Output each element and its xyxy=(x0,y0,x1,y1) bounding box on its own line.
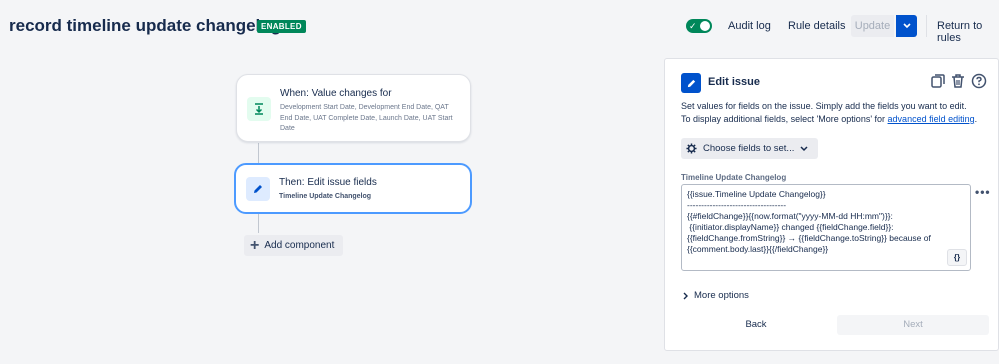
back-button[interactable]: Back xyxy=(681,315,831,335)
page-title: record timeline update changelog xyxy=(9,16,282,35)
rule-enabled-toggle[interactable]: ✓ xyxy=(686,19,712,33)
changelog-field[interactable]: {{issue.Timeline Update Changelog}} ----… xyxy=(681,184,971,271)
help-icon[interactable] xyxy=(971,73,987,89)
return-to-rules-button[interactable]: Return to rules xyxy=(937,20,999,44)
choose-fields-button[interactable]: Choose fields to set... xyxy=(681,138,818,159)
panel-description: Set values for fields on the issue. Simp… xyxy=(681,100,996,126)
changelog-field-value[interactable]: {{issue.Timeline Update Changelog}} ----… xyxy=(687,189,957,269)
more-options-toggle[interactable]: More options xyxy=(683,290,749,301)
more-actions-icon[interactable]: ••• xyxy=(975,185,991,199)
audit-log-button[interactable]: Audit log xyxy=(728,20,771,32)
next-button[interactable]: Next xyxy=(837,315,989,335)
action-title: Then: Edit issue fields xyxy=(279,177,377,188)
pencil-icon xyxy=(681,73,701,93)
trigger-fields: Development Start Date, Development End … xyxy=(280,104,453,132)
chevron-down-icon xyxy=(902,23,911,29)
toggle-knob xyxy=(700,21,710,31)
status-badge: ENABLED xyxy=(257,20,306,33)
field-label: Timeline Update Changelog xyxy=(681,173,787,182)
rule-editor: record timeline update changelog ENABLED… xyxy=(0,0,999,364)
more-options-label: More options xyxy=(694,290,749,301)
pencil-icon xyxy=(246,177,270,201)
add-component-button[interactable]: + Add component xyxy=(244,235,343,256)
action-field: Timeline Update Changelog xyxy=(279,193,372,200)
update-dropdown-button[interactable] xyxy=(896,15,917,37)
description-prefix: To display additional fields, select 'Mo… xyxy=(681,114,888,124)
update-button[interactable]: Update xyxy=(851,15,894,37)
rule-details-button[interactable]: Rule details xyxy=(788,20,845,32)
trigger-card[interactable]: When: Value changes for Development Star… xyxy=(236,74,471,142)
trigger-title: When: Value changes for xyxy=(280,88,392,99)
add-component-label: Add component xyxy=(264,240,335,251)
chevron-down-icon xyxy=(800,145,808,151)
panel-title: Edit issue xyxy=(708,76,760,88)
header-divider xyxy=(926,15,927,37)
choose-fields-label: Choose fields to set... xyxy=(703,143,795,154)
advanced-field-editing-link[interactable]: advanced field editing xyxy=(888,114,975,124)
action-card[interactable]: Then: Edit issue fields Timeline Update … xyxy=(234,163,472,214)
gear-icon xyxy=(686,143,697,154)
description-line-2: To display additional fields, select 'Mo… xyxy=(681,113,996,126)
description-suffix: . xyxy=(974,114,978,124)
trash-icon[interactable] xyxy=(950,73,966,89)
description-line-1: Set values for fields on the issue. Simp… xyxy=(681,101,967,111)
duplicate-icon[interactable] xyxy=(930,73,946,89)
check-icon: ✓ xyxy=(689,21,697,31)
edit-issue-panel: Edit issue Set values for fields on the … xyxy=(664,58,999,351)
smart-values-button[interactable]: {} xyxy=(947,249,967,266)
plus-icon: + xyxy=(250,236,260,254)
value-change-icon xyxy=(247,97,271,121)
chevron-right-icon xyxy=(683,292,688,299)
